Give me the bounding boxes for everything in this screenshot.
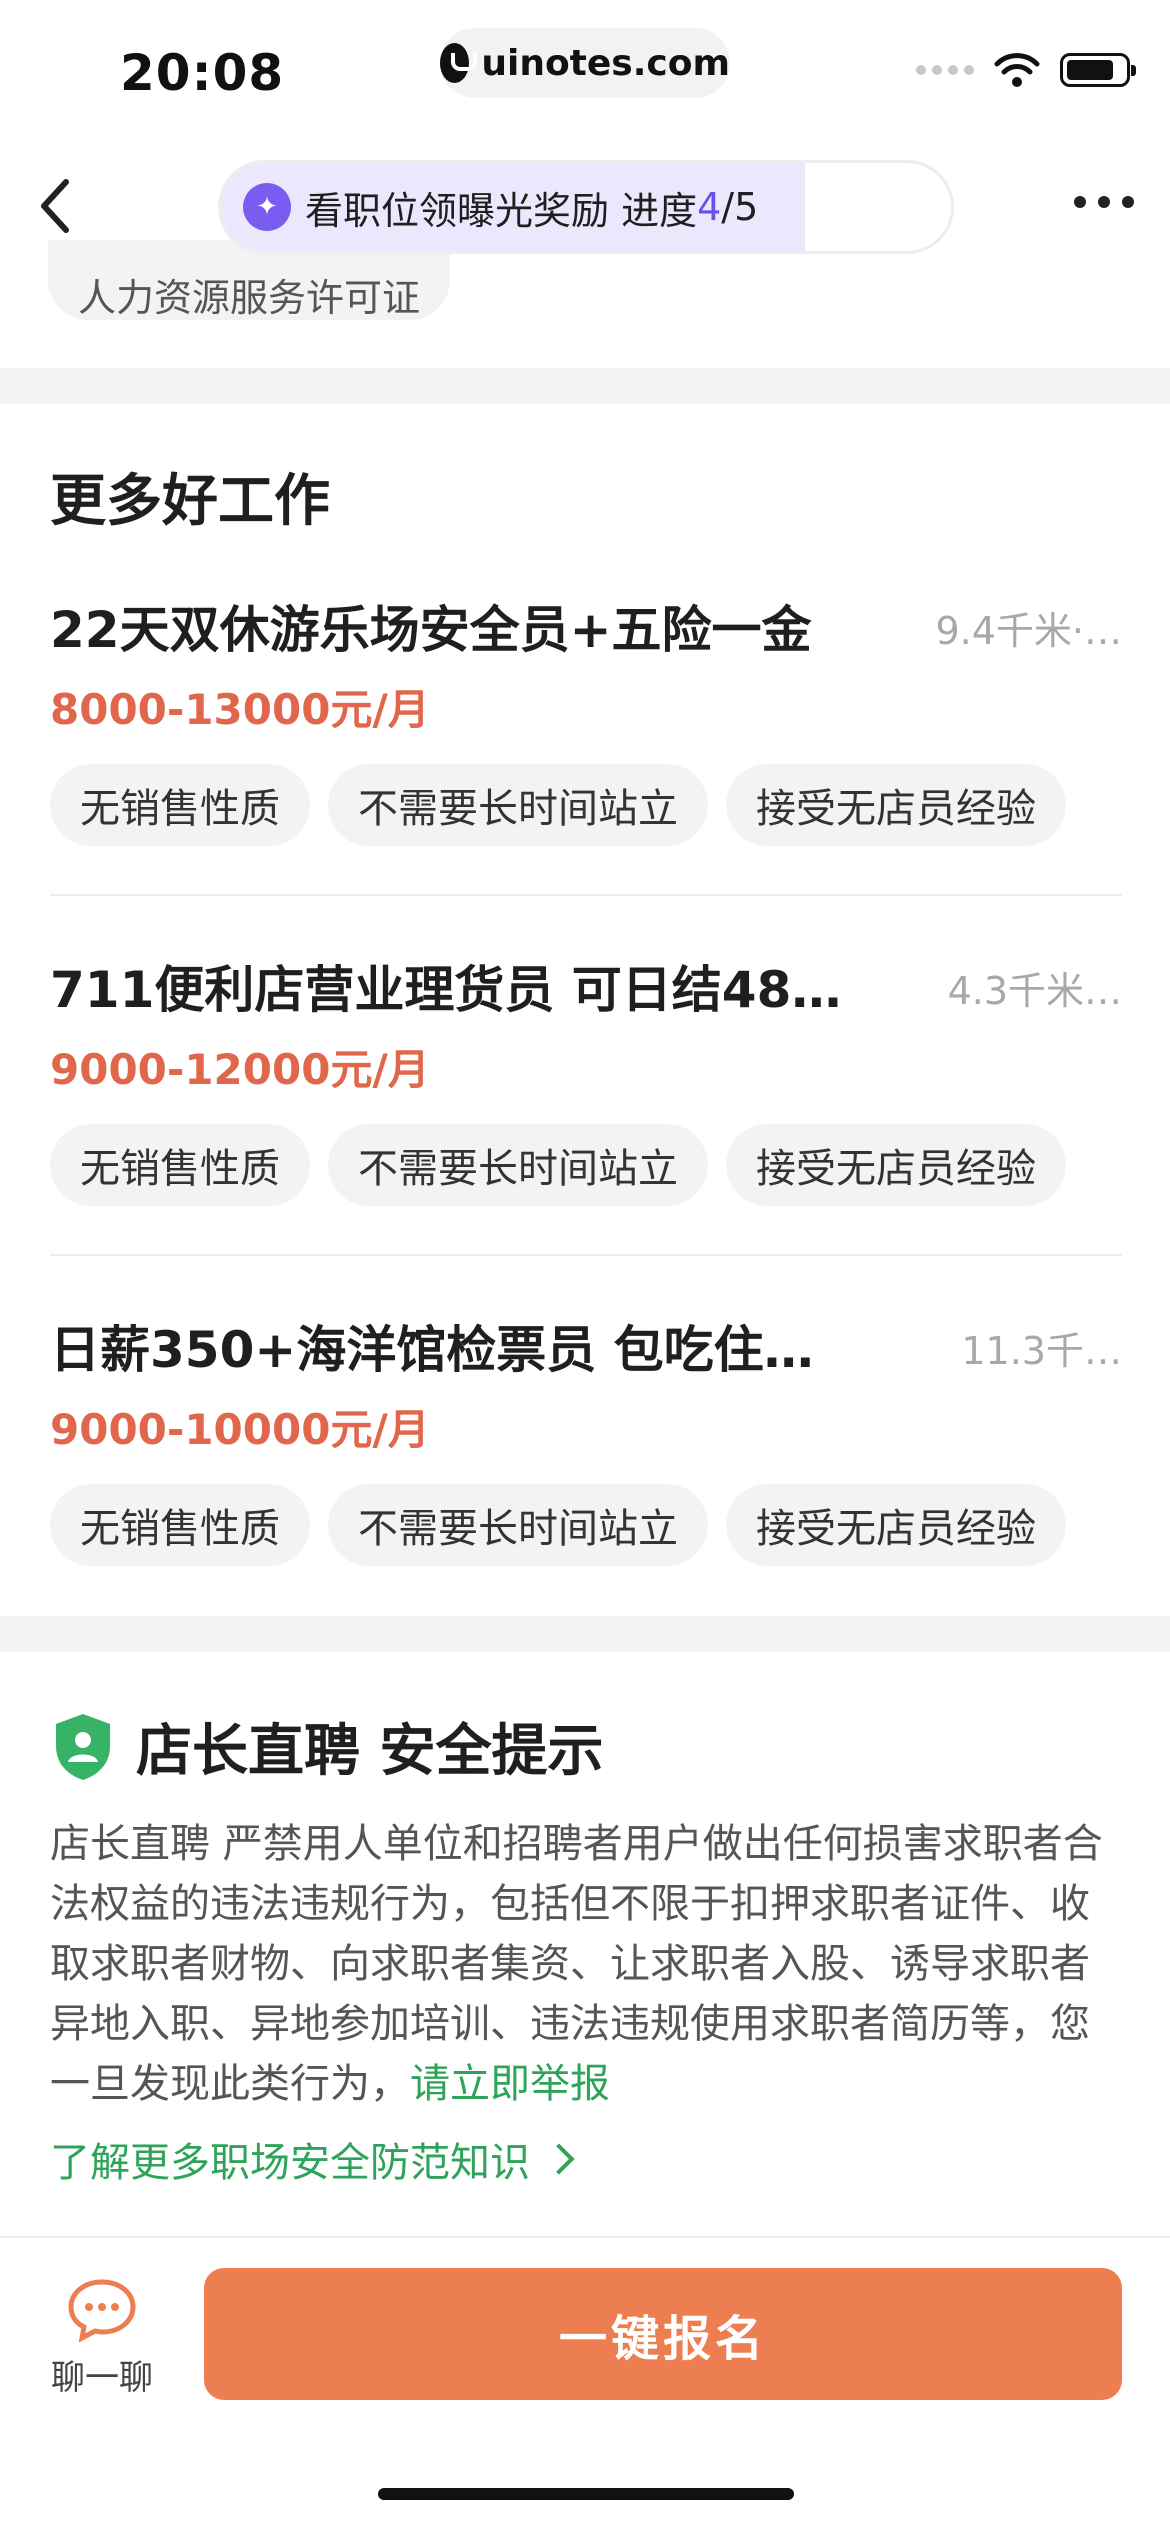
job-tag: 无销售性质	[50, 1124, 310, 1206]
job-salary: 8000-13000元/月	[50, 685, 430, 734]
exposure-reward-progress[interactable]: ✦ 看职位领曝光奖励 进度 4 /5	[218, 160, 954, 254]
job-card[interactable]: 22天双休游乐场安全员+五险一金 9.4千米·… 8000-13000元/月 无…	[50, 590, 1122, 930]
job-tag: 无销售性质	[50, 1484, 310, 1566]
progress-total: /5	[721, 185, 759, 229]
job-tag: 接受无店员经验	[726, 1124, 1066, 1206]
status-time: 20:08	[120, 44, 285, 102]
url-pill[interactable]: uinotes.com	[440, 28, 730, 98]
job-tags: 无销售性质 不需要长时间站立 接受无店员经验	[50, 1484, 1066, 1566]
job-tag: 不需要长时间站立	[328, 1124, 708, 1206]
cellular-signal-icon	[916, 65, 974, 75]
job-title: 日薪350+海洋馆检票员 包吃住…	[50, 1321, 814, 1379]
status-icons	[916, 52, 1136, 88]
home-indicator	[378, 2488, 794, 2500]
wifi-icon	[994, 53, 1040, 87]
job-title: 711便利店营业理货员 可日结48…	[50, 961, 842, 1019]
job-card[interactable]: 日薪350+海洋馆检票员 包吃住… 11.3千… 9000-10000元/月 无…	[50, 1310, 1122, 1650]
url-text: uinotes.com	[481, 42, 730, 84]
job-separator	[50, 1254, 1122, 1256]
job-separator	[50, 894, 1122, 896]
job-tag: 接受无店员经验	[726, 1484, 1066, 1566]
battery-icon	[1060, 53, 1136, 87]
section-divider	[0, 368, 1170, 404]
progress-label: 看职位领曝光奖励 进度	[305, 188, 698, 233]
uinotes-logo-icon	[440, 43, 478, 83]
chat-button[interactable]: 聊一聊	[44, 2278, 160, 2399]
progress-content: ✦ 看职位领曝光奖励 进度 4 /5	[243, 163, 758, 251]
job-salary: 9000-12000元/月	[50, 1045, 430, 1094]
job-tag: 不需要长时间站立	[328, 764, 708, 846]
job-tags: 无销售性质 不需要长时间站立 接受无店员经验	[50, 764, 1066, 846]
job-tag: 不需要长时间站立	[328, 1484, 708, 1566]
job-distance: 4.3千米…	[947, 969, 1122, 1013]
report-link[interactable]: 请立即举报	[410, 2061, 610, 2107]
job-tags: 无销售性质 不需要长时间站立 接受无店员经验	[50, 1124, 1066, 1206]
more-horizontal-icon[interactable]	[1074, 196, 1134, 208]
learn-more-link[interactable]: 了解更多职场安全防范知识	[50, 2130, 575, 2188]
safety-header: 店长直聘 安全提示	[52, 1706, 604, 1787]
section-title-more-jobs: 更多好工作	[50, 469, 330, 534]
job-salary: 9000-10000元/月	[50, 1405, 430, 1454]
job-distance: 9.4千米·…	[935, 609, 1122, 653]
job-title: 22天双休游乐场安全员+五险一金	[50, 601, 812, 659]
job-distance: 11.3千…	[961, 1329, 1122, 1373]
safety-title: 店长直聘 安全提示	[136, 1719, 604, 1784]
license-chip-label: 人力资源服务许可证	[78, 276, 421, 320]
learn-more-label: 了解更多职场安全防范知识	[50, 2140, 530, 2186]
chat-label: 聊一聊	[51, 2358, 153, 2398]
chat-bubble-icon	[68, 2279, 136, 2342]
section-divider	[0, 1616, 1170, 1652]
job-card[interactable]: 711便利店营业理货员 可日结48… 4.3千米… 9000-12000元/月 …	[50, 950, 1122, 1290]
job-tag: 无销售性质	[50, 764, 310, 846]
chevron-right-icon	[543, 2143, 575, 2175]
back-chevron-icon[interactable]	[36, 176, 76, 236]
sparkle-icon: ✦	[243, 183, 291, 231]
safety-body: 店长直聘 严禁用人单位和招聘者用户做出任何损害求职者合法权益的违法违规行为，包括…	[50, 1814, 1122, 2114]
progress-current: 4	[697, 185, 722, 229]
job-tag: 接受无店员经验	[726, 764, 1066, 846]
one-click-apply-button[interactable]: 一键报名	[204, 2268, 1122, 2400]
shield-user-icon	[56, 1713, 110, 1780]
